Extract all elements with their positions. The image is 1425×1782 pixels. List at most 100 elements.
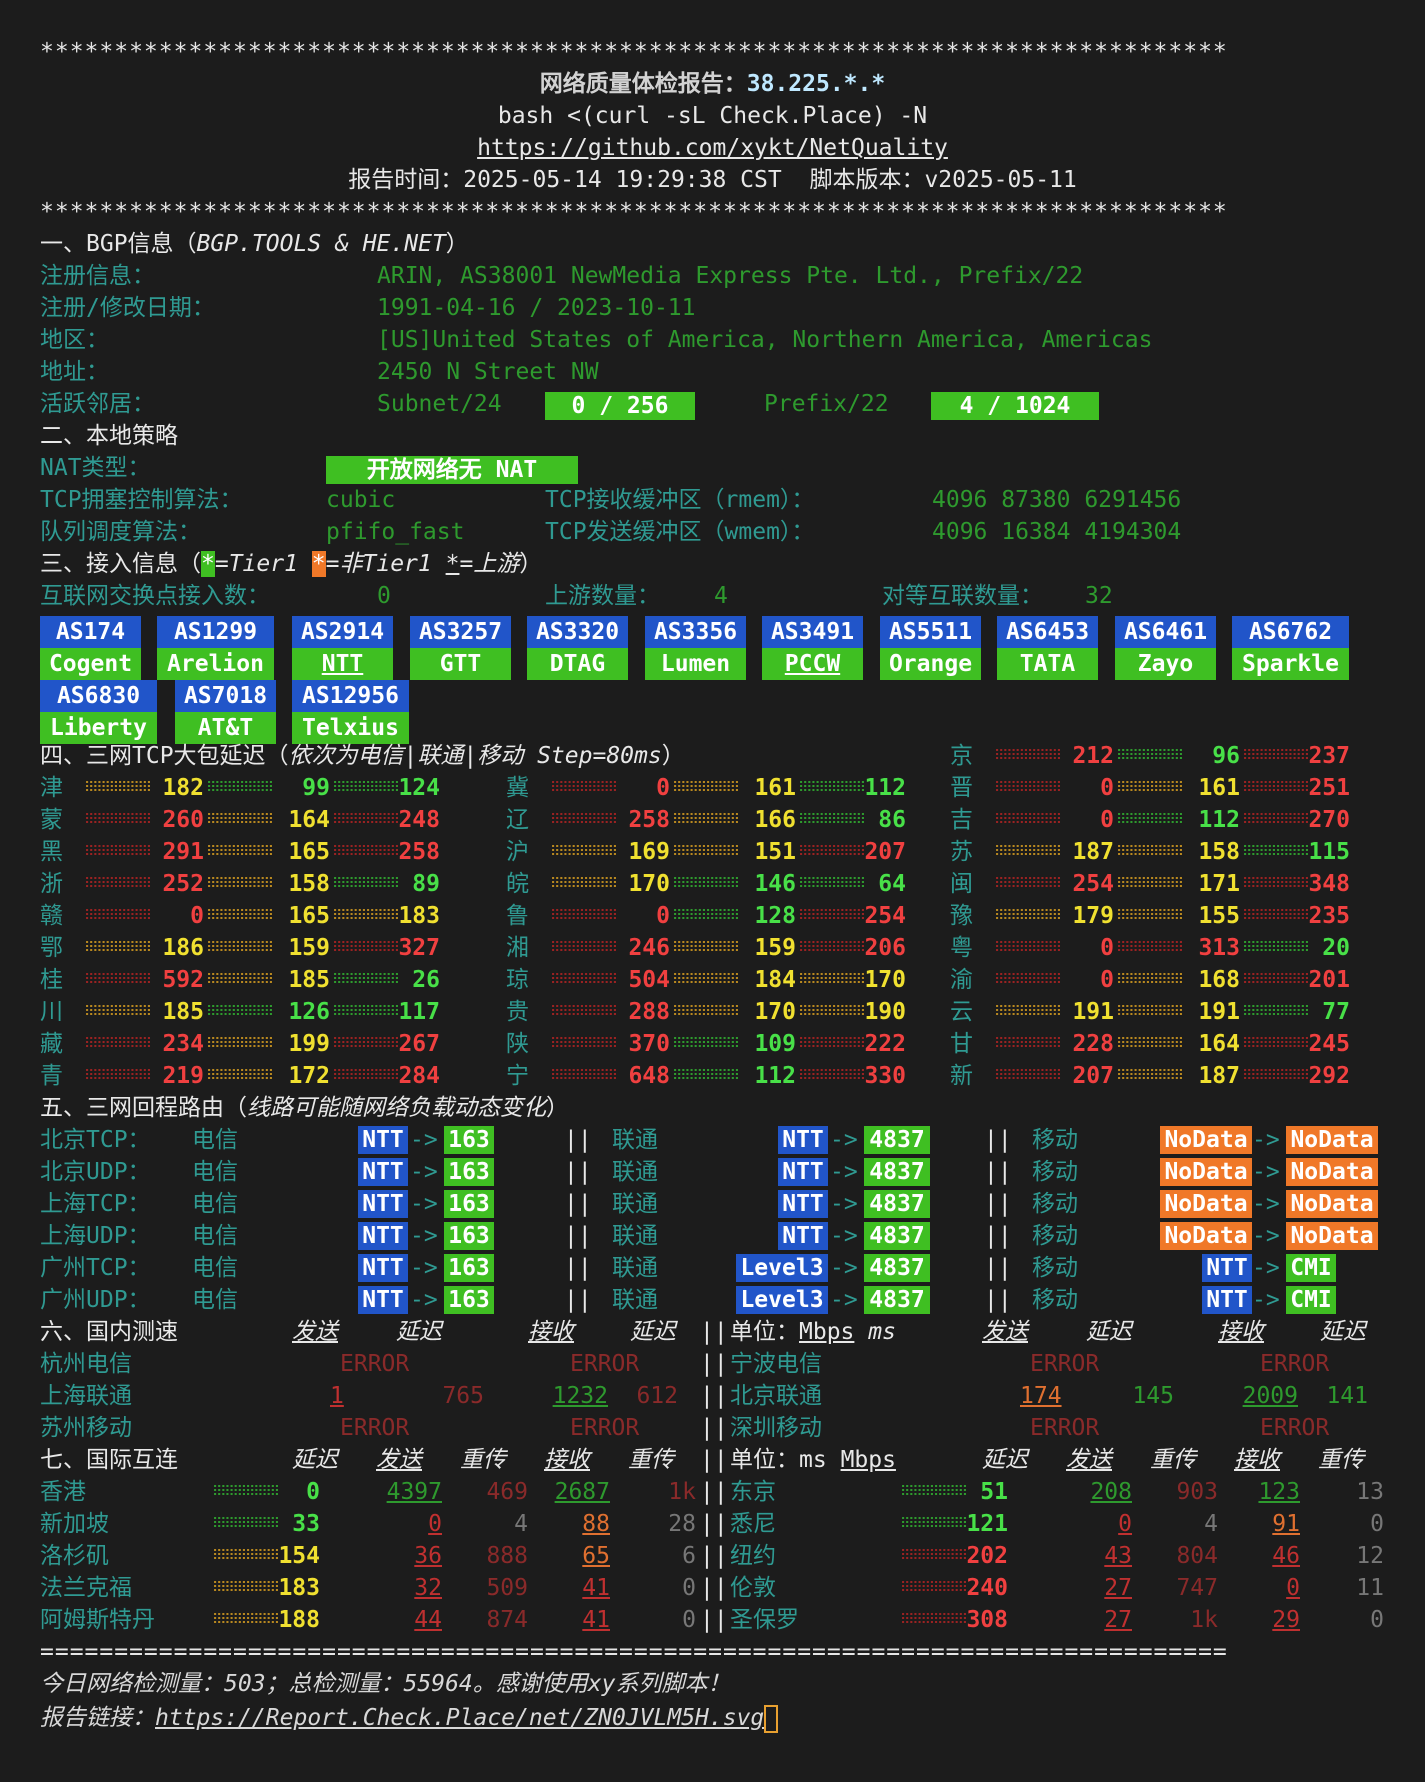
footer-link-line: 报告链接：https://Report.Check.Place/net/ZN0J… [40, 1702, 779, 1734]
upstream-legend: =上游 [459, 551, 520, 577]
intl-latency-0-1: 33 [292, 1511, 320, 1537]
latency-province-19: 桂 [40, 967, 63, 993]
route-ct-arrow-5: -> [410, 1287, 438, 1313]
route-cu-hop1-5: Level3 [736, 1286, 828, 1314]
route-title: 五、三网回程路由（ [40, 1095, 247, 1121]
bgp-title: 一、BGP信息（ [40, 231, 197, 257]
intl-site-0-4: 阿姆斯特丹 [40, 1607, 155, 1633]
asn-name-as3257: GTT [410, 648, 511, 680]
speed-unit: 单位：Mbps ms [730, 1316, 896, 1348]
latency-cm-value-30: 292 [1308, 1063, 1350, 1089]
rmem-value: 4096 87380 6291456 [932, 487, 1182, 513]
latency-cm-value-18: 20 [1322, 935, 1350, 961]
latency-cm-value-12: 348 [1308, 871, 1350, 897]
intl-send-retr-1-3: 747 [1176, 1575, 1218, 1601]
route-ct-label-0: 电信 [192, 1127, 238, 1153]
route-ct-label-4: 电信 [192, 1255, 238, 1281]
latency-ct-value-22: 185 [162, 999, 204, 1025]
report-link[interactable]: https://Report.Check.Place/net/ZN0JVLM5H… [155, 1705, 764, 1731]
speed-separator: || [700, 1319, 728, 1345]
route-cm-hop1-1: NoData [1160, 1158, 1252, 1186]
install-command: bash <(curl -sL Check.Place) -N [497, 103, 928, 129]
latency-province-8: 沪 [506, 839, 529, 865]
latency-cm-value-10: 89 [412, 871, 440, 897]
latency-ct-value-8: 169 [628, 839, 670, 865]
subnet-label: Subnet/24 [377, 391, 502, 417]
route-cu-hop1-2: NTT [778, 1190, 828, 1218]
region-value: [US]United States of America, Northern A… [377, 327, 1153, 353]
latency-province-27: 甘 [950, 1031, 973, 1057]
latency-title: 四、三网TCP大包延迟（ [40, 743, 289, 769]
intl-unit: 单位：ms Mbps [730, 1444, 896, 1476]
route-ct-hop1-4: NTT [358, 1254, 408, 1282]
date-label: 注册/修改日期： [40, 295, 215, 321]
upstream-count-label: 上游数量： [545, 583, 660, 609]
route-ct-hop2-3: 163 [444, 1222, 494, 1250]
latency-province-9: 苏 [950, 839, 973, 865]
latency-ct-value-21: 0 [1100, 967, 1114, 993]
upstream-count-value: 4 [714, 583, 728, 609]
intl-latency-1-3: 240 [966, 1575, 1008, 1601]
intl-latency-1-1: 121 [966, 1511, 1008, 1537]
speed-error-send-1-2: ERROR [1030, 1415, 1100, 1441]
latency-ct-value-29: 648 [628, 1063, 670, 1089]
route-ct-hop2-5: 163 [444, 1286, 494, 1314]
latency-cu-value-11: 146 [754, 871, 796, 897]
route-cm-hop2-0: NoData [1286, 1126, 1378, 1154]
latency-cu-value-7: 165 [288, 839, 330, 865]
route-cm-label-4: 移动 [1032, 1255, 1078, 1281]
route-ct-hop1-3: NTT [358, 1222, 408, 1250]
asn-tag-as6461: AS6461 [1115, 616, 1216, 648]
intl-recv-0-1: 88 [582, 1511, 610, 1537]
route-cu-label-4: 联通 [612, 1255, 658, 1281]
prefix-value-box: 4 / 1024 [931, 392, 1099, 420]
route-cm-arrow-3: -> [1252, 1223, 1280, 1249]
intl-site-1-3: 伦敦 [730, 1575, 776, 1601]
latency-cu-value-1: 99 [302, 775, 330, 801]
speed-row-sep-2: || [700, 1415, 728, 1441]
intl-site-0-1: 新加坡 [40, 1511, 109, 1537]
latency-cm-value-22: 117 [398, 999, 440, 1025]
latency-cu-value-26: 109 [754, 1031, 796, 1057]
route-cm-label-1: 移动 [1032, 1159, 1078, 1185]
intl-recv-header: 接收 [544, 1447, 590, 1473]
intl-send-1-0: 208 [1090, 1479, 1132, 1505]
route-note: 线路可能随网络负载动态变化 [247, 1095, 546, 1121]
speed-row-sep-1: || [700, 1383, 728, 1409]
github-link[interactable]: https://github.com/xykt/NetQuality [0, 132, 1425, 164]
route-ct-hop1-2: NTT [358, 1190, 408, 1218]
region-label: 地区： [40, 327, 109, 353]
latency-ct-value-5: 258 [628, 807, 670, 833]
latency-province-18: 粤 [950, 935, 973, 961]
intl-recv-0-2: 65 [582, 1543, 610, 1569]
route-cu-hop1-1: NTT [778, 1158, 828, 1186]
prefix-label: Prefix/22 [764, 391, 889, 417]
upstream-star: * [445, 551, 460, 577]
route-cu-label-1: 联通 [612, 1159, 658, 1185]
speed-recv-delay-1-1: 141 [1326, 1383, 1368, 1409]
bgp-source: BGP.TOOLS & HE.NET [196, 231, 446, 257]
intl-recv-retr-0-0: 1k [668, 1479, 696, 1505]
latency-cm-value-19: 26 [412, 967, 440, 993]
asn-tag-as174: AS174 [40, 616, 141, 648]
latency-cm-value-1: 124 [398, 775, 440, 801]
intl-recv-0-3: 41 [582, 1575, 610, 1601]
intl-section-title: 七、国际互连 [40, 1447, 178, 1473]
route-cu-label-3: 联通 [612, 1223, 658, 1249]
route-cm-arrow-5: -> [1252, 1287, 1280, 1313]
asn-tag-as6453: AS6453 [997, 616, 1098, 648]
peer-count-label: 对等互联数量： [882, 583, 1043, 609]
latency-cm-value-11: 64 [878, 871, 906, 897]
latency-ct-value-1: 182 [162, 775, 204, 801]
route-sep2-0: || [984, 1127, 1012, 1153]
latency-cm-value-25: 267 [398, 1031, 440, 1057]
asn-name-as5511: Orange [880, 648, 981, 680]
latency-ct-value-7: 291 [162, 839, 204, 865]
asn-tag-as3491: AS3491 [762, 616, 863, 648]
intl-site-0-2: 洛杉矶 [40, 1543, 109, 1569]
latency-cm-value-15: 235 [1308, 903, 1350, 929]
latency-cu-value-2: 161 [754, 775, 796, 801]
version-label: 脚本版本： [809, 167, 925, 193]
latency-cm-value-2: 112 [864, 775, 906, 801]
intl-recv-1-3: 0 [1286, 1575, 1300, 1601]
